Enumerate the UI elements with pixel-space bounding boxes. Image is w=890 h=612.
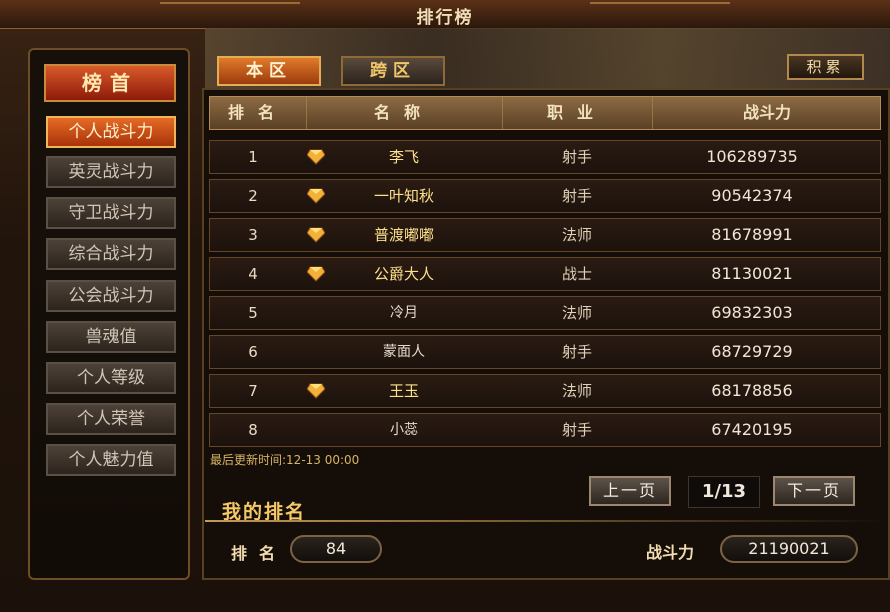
row-job: 法师 [561,304,592,322]
sidebar-item-beast-soul[interactable]: 兽魂值 [46,321,176,353]
accumulate-button[interactable]: 积累 [787,54,864,80]
row-power: 68729729 [711,342,793,361]
table-row[interactable]: 8 小蕊 射手 67420195 [209,413,881,447]
table-header: 排名 名称 职业 战斗力 [209,96,881,130]
row-power: 69832303 [711,303,793,322]
row-rank: 8 [248,421,258,439]
row-name: 公爵大人 [373,265,434,283]
row-name: 李飞 [388,148,419,166]
table-row[interactable]: 1 李飞 射手 106289735 [209,140,881,174]
row-name: 小蕊 [390,422,418,438]
row-power: 90542374 [711,186,793,205]
window-titlebar: 排行榜 [0,0,890,29]
sidebar-item-guard-power[interactable]: 守卫战斗力 [46,197,176,229]
prev-page-button[interactable]: 上一页 [589,476,671,506]
table-row[interactable]: 5 冷月 法师 69832303 [209,296,881,330]
sidebar-item-guild-power[interactable]: 公会战斗力 [46,280,176,312]
row-power: 81130021 [711,264,793,283]
sidebar-item-personal-power[interactable]: 个人战斗力 [46,116,176,148]
row-name: 一叶知秋 [373,187,434,205]
row-rank: 6 [248,343,258,361]
row-power: 106289735 [706,147,798,166]
row-rank: 1 [248,148,258,166]
row-rank: 3 [248,226,258,244]
last-update-time: 12-13 00:00 [286,453,360,467]
row-job: 法师 [561,382,592,400]
row-rank: 2 [248,187,258,205]
last-update-label: 最后更新时间: [210,453,287,467]
table-row[interactable]: 7 王玉 法师 68178856 [209,374,881,408]
category-sidebar: 榜首 个人战斗力 英灵战斗力 守卫战斗力 综合战斗力 公会战斗力 兽魂值 个人等… [28,48,190,580]
my-rank-value: 84 [290,535,382,563]
row-job: 法师 [561,226,592,244]
row-name: 蒙面人 [383,344,425,360]
row-rank: 4 [248,265,258,283]
table-row[interactable]: 4 公爵大人 战士 81130021 [209,257,881,291]
my-rank-label: 排名 [231,544,288,563]
row-job: 战士 [561,265,592,283]
row-power: 81678991 [711,225,793,244]
window-title: 排行榜 [416,8,474,28]
header-power: 战斗力 [742,103,791,122]
row-job: 射手 [561,421,592,439]
tab-cross-server[interactable]: 跨区 [341,56,445,86]
row-job: 射手 [561,343,592,361]
sidebar-item-hero-spirit-power[interactable]: 英灵战斗力 [46,156,176,188]
row-name: 王玉 [388,382,419,400]
table-row[interactable]: 6 蒙面人 射手 68729729 [209,335,881,369]
table-row[interactable]: 3 普渡嘟嘟 法师 81678991 [209,218,881,252]
row-job: 射手 [561,187,592,205]
row-name: 冷月 [390,305,418,321]
last-update: 最后更新时间:12-13 00:00 [210,451,359,468]
row-power: 68178856 [711,381,793,400]
my-power-label: 战斗力 [646,543,695,562]
sidebar-item-combined-power[interactable]: 综合战斗力 [46,238,176,270]
row-name: 普渡嘟嘟 [373,226,434,244]
tab-this-server[interactable]: 本区 [217,56,321,86]
table-row[interactable]: 2 一叶知秋 射手 90542374 [209,179,881,213]
row-rank: 5 [248,304,258,322]
header-job: 职业 [546,103,607,122]
page-indicator: 1/13 [688,476,760,508]
sidebar-item-personal-level[interactable]: 个人等级 [46,362,176,394]
sidebar-item-personal-honor[interactable]: 个人荣誉 [46,403,176,435]
row-rank: 7 [248,382,258,400]
sidebar-item-personal-charm[interactable]: 个人魅力值 [46,444,176,476]
my-rank-divider [205,520,885,522]
header-rank: 排名 [227,103,288,122]
my-power-value: 21190021 [720,535,858,563]
sidebar-head: 榜首 [44,64,176,102]
next-page-button[interactable]: 下一页 [773,476,855,506]
row-power: 67420195 [711,420,793,439]
header-name: 名称 [373,103,434,122]
row-job: 射手 [561,148,592,166]
